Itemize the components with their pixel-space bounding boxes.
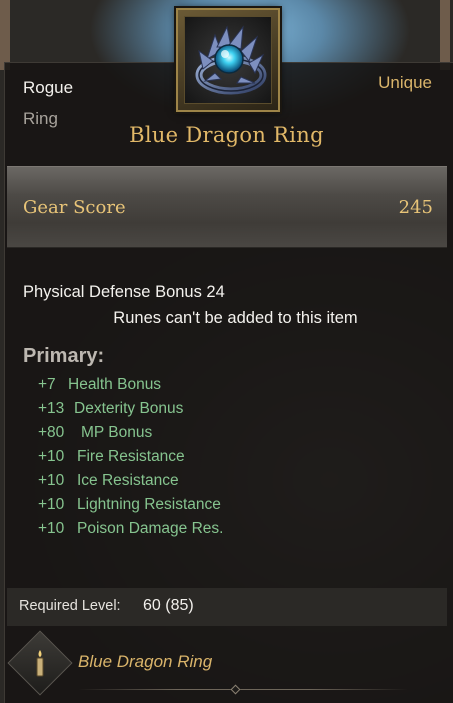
required-level-bar: Required Level: 60 (85): [7, 588, 447, 626]
stat-name: MP Bonus: [81, 424, 153, 441]
stat-row: +10 Poison Damage Res.: [38, 520, 223, 544]
stat-row: +13 Dexterity Bonus: [38, 400, 183, 424]
stat-value: +10: [38, 520, 65, 537]
gear-score-bar: Gear Score 245: [7, 166, 447, 248]
stat-name: Lightning Resistance: [77, 496, 221, 513]
required-level-value: 60 (85): [143, 597, 194, 614]
item-class: Rogue: [23, 78, 74, 97]
stat-row: +10 Ice Resistance: [38, 472, 179, 496]
runes-note: Runes can't be added to this item: [113, 309, 358, 327]
physical-defense-bonus: Physical Defense Bonus 24: [23, 283, 225, 301]
stat-name: Dexterity Bonus: [74, 400, 184, 417]
candle-icon: [36, 650, 44, 677]
gear-score-value: 245: [398, 197, 433, 218]
primary-heading: Primary:: [23, 345, 105, 367]
stat-name: Ice Resistance: [77, 472, 179, 489]
primary-stats-list: +7 Health Bonus +13 Dexterity Bonus +80 …: [38, 376, 223, 544]
background-pillar: [440, 0, 450, 70]
stat-row: +7 Health Bonus: [38, 376, 161, 400]
footer-item-name: Blue Dragon Ring: [78, 652, 213, 671]
stat-row: +80 MP Bonus: [38, 424, 152, 448]
stat-name: Poison Damage Res.: [77, 520, 224, 537]
background-pillar: [0, 0, 10, 70]
stat-row: +10 Lightning Resistance: [38, 496, 221, 520]
gear-score-label: Gear Score: [23, 197, 126, 218]
stat-name: Health Bonus: [68, 376, 162, 393]
item-icon-frame[interactable]: [176, 8, 280, 112]
footer-divider: [78, 689, 408, 690]
stat-value: +10: [38, 472, 65, 489]
stat-value: +10: [38, 496, 65, 513]
item-name: Blue Dragon Ring: [129, 123, 324, 147]
stat-value: +10: [38, 448, 65, 465]
stat-value: +7: [38, 376, 56, 393]
item-rarity: Unique: [378, 73, 432, 92]
blue-dragon-ring-icon: [184, 16, 272, 104]
stat-value: +80: [38, 424, 65, 441]
required-level-label: Required Level:: [19, 598, 121, 614]
stat-row: +10 Fire Resistance: [38, 448, 185, 472]
stat-name: Fire Resistance: [77, 448, 185, 465]
stat-value: +13: [38, 400, 65, 417]
